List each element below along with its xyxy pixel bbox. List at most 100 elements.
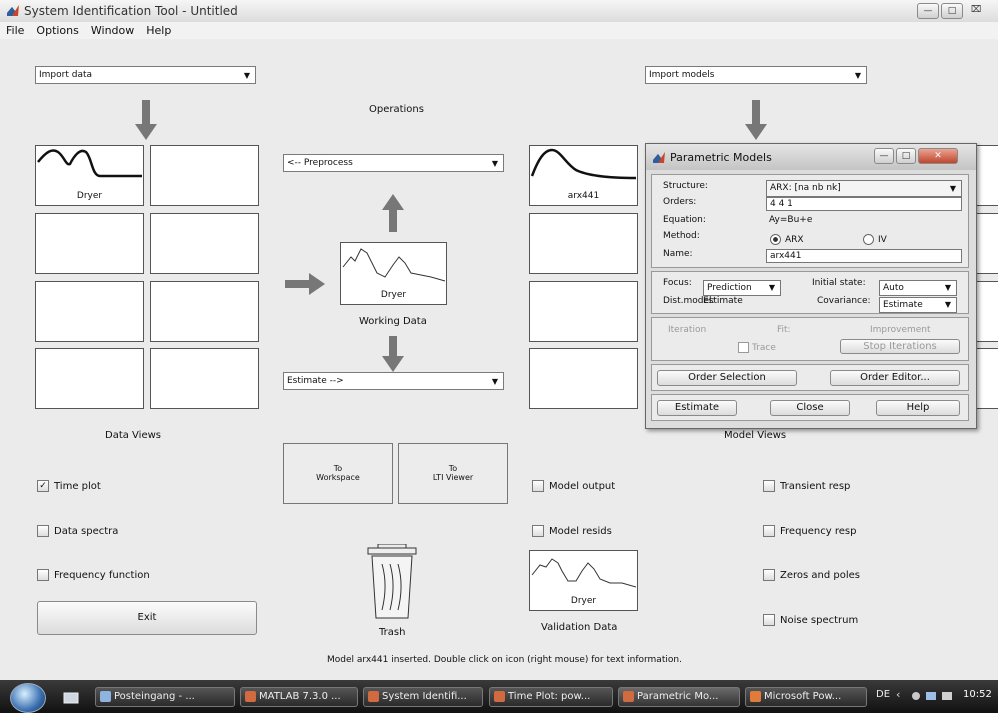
- task-label: System Identifi...: [382, 691, 467, 702]
- chevron-down-icon: ▼: [944, 300, 951, 309]
- show-desktop-icon[interactable]: [62, 689, 82, 705]
- menu-window[interactable]: Window: [91, 24, 134, 37]
- to-lti-viewer-label: To LTI Viewer: [432, 464, 474, 482]
- structure-dropdown[interactable]: ARX: [na nb nk] ▼: [766, 180, 962, 197]
- close-dialog-button[interactable]: Close: [770, 400, 850, 416]
- name-input[interactable]: arx441: [766, 249, 962, 263]
- data-tile-empty[interactable]: [35, 213, 144, 274]
- task-system-identification[interactable]: System Identifi...: [363, 687, 483, 707]
- model-tile-empty[interactable]: [975, 348, 998, 409]
- model-tile-empty[interactable]: [975, 145, 998, 206]
- menu-file[interactable]: File: [6, 24, 24, 37]
- operations-title: Operations: [369, 104, 424, 115]
- tray-expand-icon[interactable]: ‹: [896, 688, 900, 701]
- maximize-button[interactable]: □: [941, 3, 963, 19]
- matlab-icon: [653, 152, 665, 163]
- minimize-button[interactable]: —: [917, 3, 939, 19]
- task-time-plot[interactable]: Time Plot: pow...: [489, 687, 613, 707]
- menu-options[interactable]: Options: [36, 24, 78, 37]
- chevron-down-icon: ▼: [854, 71, 861, 80]
- task-posteingang[interactable]: Posteingang - ...: [95, 687, 235, 707]
- exit-button[interactable]: Exit: [37, 601, 257, 635]
- covariance-dropdown[interactable]: Estimate ▼: [879, 297, 957, 313]
- data-tile-empty[interactable]: [150, 281, 259, 342]
- orders-input[interactable]: 4 4 1: [766, 197, 962, 211]
- to-lti-viewer-target[interactable]: To LTI Viewer: [398, 443, 508, 504]
- clock: 10:52: [963, 689, 992, 700]
- checkbox-box: [763, 525, 775, 537]
- minimize-button[interactable]: —: [874, 148, 894, 164]
- chevron-down-icon: ▼: [944, 283, 951, 292]
- trash-icon[interactable]: [366, 544, 418, 620]
- import-models-dropdown[interactable]: Import models ▼: [645, 66, 867, 84]
- initial-state-value: Auto: [883, 283, 904, 293]
- transient-resp-checkbox[interactable]: Transient resp: [763, 480, 850, 492]
- method-arx-radio[interactable]: ARX: [770, 234, 804, 245]
- frequency-function-checkbox[interactable]: Frequency function: [37, 569, 150, 581]
- matlab-icon: [368, 691, 379, 702]
- order-selection-button[interactable]: Order Selection: [657, 370, 797, 386]
- data-tile-dryer[interactable]: Dryer: [35, 145, 144, 206]
- focus-value: Prediction: [707, 283, 752, 293]
- initial-state-dropdown[interactable]: Auto ▼: [879, 280, 957, 296]
- data-tile-empty[interactable]: [150, 348, 259, 409]
- task-label: Parametric Mo...: [637, 691, 719, 702]
- equation-value: Ay=Bu+e: [769, 215, 813, 225]
- model-tile-empty[interactable]: [529, 213, 638, 274]
- model-tile-arx441[interactable]: arx441: [529, 145, 638, 206]
- checkbox-box: [763, 480, 775, 492]
- order-editor-button[interactable]: Order Editor...: [830, 370, 960, 386]
- down-arrow-icon: [382, 336, 404, 372]
- close-button[interactable]: ⌧: [965, 3, 987, 19]
- task-powerpoint[interactable]: Microsoft Pow...: [745, 687, 867, 707]
- distmodel-value: Estimate: [703, 296, 743, 306]
- matlab-icon: [6, 4, 20, 18]
- data-tile-empty[interactable]: [35, 348, 144, 409]
- to-workspace-target[interactable]: To Workspace: [283, 443, 393, 504]
- system-tray-icons[interactable]: [910, 689, 956, 703]
- data-spectra-checkbox[interactable]: Data spectra: [37, 525, 118, 537]
- model-tile-empty[interactable]: [975, 213, 998, 274]
- validation-data-tile[interactable]: Dryer: [529, 550, 638, 611]
- data-tile-empty[interactable]: [150, 145, 259, 206]
- preprocess-dropdown[interactable]: <-- Preprocess ▼: [283, 154, 504, 172]
- task-matlab[interactable]: MATLAB 7.3.0 ...: [240, 687, 358, 707]
- model-tile-label: arx441: [567, 191, 600, 201]
- estimate-dropdown[interactable]: Estimate --> ▼: [283, 372, 504, 390]
- model-tile-empty[interactable]: [529, 348, 638, 409]
- model-resids-label: Model resids: [549, 525, 612, 537]
- model-output-checkbox[interactable]: Model output: [532, 480, 615, 492]
- frequency-resp-checkbox[interactable]: Frequency resp: [763, 525, 856, 537]
- focus-dropdown[interactable]: Prediction ▼: [703, 280, 781, 296]
- model-resids-checkbox[interactable]: Model resids: [532, 525, 612, 537]
- parametric-models-dialog: Parametric Models — □ ✕ Structure: ARX: …: [645, 143, 977, 429]
- language-indicator[interactable]: DE: [876, 689, 890, 700]
- start-button[interactable]: [10, 683, 46, 713]
- zeros-poles-checkbox[interactable]: Zeros and poles: [763, 569, 860, 581]
- model-tile-empty[interactable]: [529, 281, 638, 342]
- help-button[interactable]: Help: [876, 400, 960, 416]
- estimate-value: Estimate -->: [287, 376, 344, 386]
- model-output-label: Model output: [549, 480, 616, 492]
- estimate-button[interactable]: Estimate: [657, 400, 737, 416]
- time-plot-checkbox[interactable]: ✓ Time plot: [37, 480, 101, 492]
- close-button[interactable]: ✕: [918, 148, 958, 164]
- dryer-signal-icon: [342, 248, 446, 282]
- model-tile-empty[interactable]: [975, 281, 998, 342]
- orders-label: Orders:: [663, 197, 697, 207]
- method-iv-label: IV: [878, 234, 887, 245]
- import-data-dropdown[interactable]: Import data ▼: [35, 66, 256, 84]
- working-data-tile[interactable]: Dryer: [340, 242, 447, 305]
- chevron-down-icon: ▼: [768, 283, 775, 292]
- trace-checkbox[interactable]: Trace: [738, 342, 776, 353]
- menu-help[interactable]: Help: [146, 24, 171, 37]
- maximize-button[interactable]: □: [896, 148, 916, 164]
- data-tile-empty[interactable]: [35, 281, 144, 342]
- data-tile-empty[interactable]: [150, 213, 259, 274]
- task-parametric-models[interactable]: Parametric Mo...: [618, 687, 740, 707]
- up-arrow-icon: [382, 194, 404, 232]
- stop-iterations-button[interactable]: Stop Iterations: [840, 339, 960, 354]
- covariance-value: Estimate: [883, 300, 923, 310]
- method-iv-radio[interactable]: IV: [863, 234, 887, 245]
- noise-spectrum-checkbox[interactable]: Noise spectrum: [763, 614, 858, 626]
